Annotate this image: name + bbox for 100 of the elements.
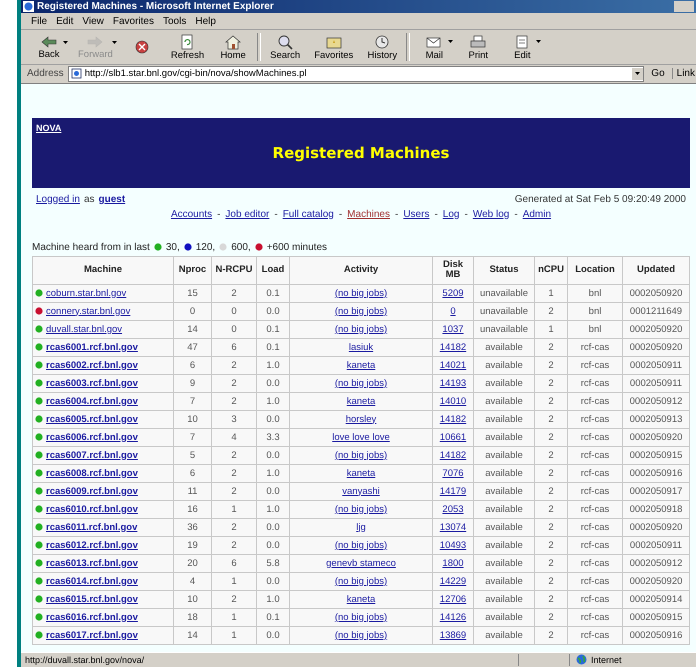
nav-link[interactable]: Full catalog — [282, 208, 334, 220]
table-cell: available — [474, 392, 534, 410]
table-cell: rcf-cas — [568, 446, 622, 464]
menu-item[interactable]: Tools — [162, 16, 186, 27]
toolbar-button[interactable]: Favorites — [309, 32, 358, 62]
table-cell: 0.0 — [256, 626, 290, 644]
nav-separator: - — [338, 208, 342, 220]
toolbar-button[interactable]: Back — [29, 34, 69, 61]
nav-link[interactable]: Admin — [522, 208, 552, 220]
menu-item[interactable]: File — [31, 16, 48, 27]
table-cell: 36 — [174, 518, 212, 536]
table-cell: 0.0 — [256, 536, 290, 554]
caret-icon[interactable] — [448, 40, 454, 43]
table-cell: 2 — [534, 500, 568, 518]
table-cell: 6 — [212, 338, 256, 356]
activity-link[interactable]: kaneta — [346, 360, 376, 371]
table-cell: 2 — [534, 536, 568, 554]
table-cell: available — [474, 338, 534, 356]
table-cell: 47 — [174, 338, 212, 356]
table-cell: 0002050912 — [622, 392, 690, 410]
nav-separator: - — [464, 208, 468, 220]
nav-link[interactable]: Web log — [472, 208, 510, 220]
table-cell: 2 — [534, 410, 568, 428]
address-field[interactable]: http://slb1.star.bnl.gov/cgi-bin/nova/showMachines.pl — [68, 66, 644, 82]
caret-icon[interactable] — [536, 40, 542, 43]
toolbar-button[interactable]: Mail — [414, 32, 454, 62]
table-cell: rcf-cas — [568, 572, 622, 590]
activity-link[interactable]: vanyashi — [342, 486, 380, 497]
table-cell: rcf-cas — [568, 428, 622, 446]
column-header: Machine — [32, 256, 174, 284]
table-cell: 0.0 — [256, 410, 290, 428]
nav-link[interactable]: Log — [442, 208, 460, 220]
toolbar-button[interactable]: Home — [213, 32, 254, 62]
table-cell: 2 — [534, 464, 568, 482]
table-cell: 14 — [174, 626, 212, 644]
table-cell: available — [474, 356, 534, 374]
home-link[interactable]: NOVA — [36, 122, 62, 133]
legend-label: 120, — [196, 242, 216, 253]
table-cell: 15 — [174, 284, 212, 302]
table-cell: 11 — [174, 482, 212, 500]
table-cell: rcf-cas — [568, 410, 622, 428]
table-cell: 0002050920 — [622, 320, 690, 338]
menu-item[interactable]: Help — [195, 16, 216, 27]
table-cell: 19 — [174, 536, 212, 554]
activity-link[interactable]: horsley — [346, 414, 376, 425]
table-cell: rcf-cas — [568, 464, 622, 482]
table-cell: available — [474, 590, 534, 608]
activity-link[interactable]: kaneta — [346, 468, 376, 479]
table-cell: 1.0 — [256, 500, 290, 518]
activity-link[interactable]: kaneta — [346, 396, 376, 407]
table-cell: 0002050911 — [622, 374, 690, 392]
table-cell: 1.0 — [256, 464, 290, 482]
nav-link[interactable]: Machines — [347, 208, 390, 220]
window-controls[interactable] — [674, 1, 694, 12]
menu-item[interactable]: Edit — [56, 16, 74, 27]
generated-time: Generated at Sat Feb 5 09:20:49 2000 — [514, 194, 686, 205]
clock-icon — [373, 34, 392, 50]
nav-link[interactable]: Job editor — [225, 208, 270, 220]
caret-icon[interactable] — [63, 40, 68, 44]
table-cell: 1 — [212, 572, 256, 590]
toolbar-button[interactable]: History — [362, 32, 402, 62]
table-cell: 2 — [212, 536, 256, 554]
table-cell: 2 — [212, 482, 256, 500]
table-cell: 2 — [534, 356, 568, 374]
table-cell: unavailable — [474, 284, 534, 302]
toolbar-button[interactable]: Refresh — [166, 32, 210, 62]
activity-link[interactable]: ljg — [356, 522, 366, 533]
printer-icon — [469, 34, 488, 50]
table-cell: available — [474, 374, 534, 392]
table-cell: 2 — [534, 590, 568, 608]
table-cell: unavailable — [474, 302, 534, 320]
login-link[interactable]: Logged in — [36, 194, 80, 205]
table-cell: bnl — [568, 284, 622, 302]
table-cell: 0002050920 — [622, 284, 690, 302]
table-cell: 2 — [212, 374, 256, 392]
nav-link[interactable]: Accounts — [170, 208, 212, 220]
toolbar-button[interactable]: Print — [458, 32, 498, 62]
caret-icon — [635, 72, 640, 76]
links-label[interactable]: Link — [672, 68, 696, 80]
house-icon — [224, 34, 242, 50]
disk-link[interactable]: 0 — [450, 306, 456, 317]
toolbar-button[interactable]: Search — [265, 32, 306, 62]
table-cell: rcf-cas — [568, 536, 622, 554]
activity-link[interactable]: lasiuk — [348, 342, 374, 353]
go-button[interactable]: Go — [648, 68, 668, 80]
table-cell: rcf-cas — [568, 500, 622, 518]
menu-item[interactable]: View — [82, 16, 104, 27]
column-header: Load — [256, 256, 290, 284]
table-cell: available — [474, 518, 534, 536]
menu-item[interactable]: Favorites — [112, 16, 154, 27]
dropdown-button[interactable] — [632, 68, 644, 80]
nav-link[interactable]: Users — [403, 208, 430, 220]
table-cell: 2 — [534, 518, 568, 536]
user-link[interactable]: guest — [98, 194, 126, 205]
table-cell: 18 — [174, 608, 212, 626]
column-header: Location — [568, 256, 622, 284]
table-cell: 0.0 — [256, 302, 290, 320]
activity-link[interactable]: kaneta — [346, 594, 376, 605]
toolbar-button[interactable]: Edit — [502, 32, 542, 62]
table-cell: 0.1 — [256, 320, 290, 338]
